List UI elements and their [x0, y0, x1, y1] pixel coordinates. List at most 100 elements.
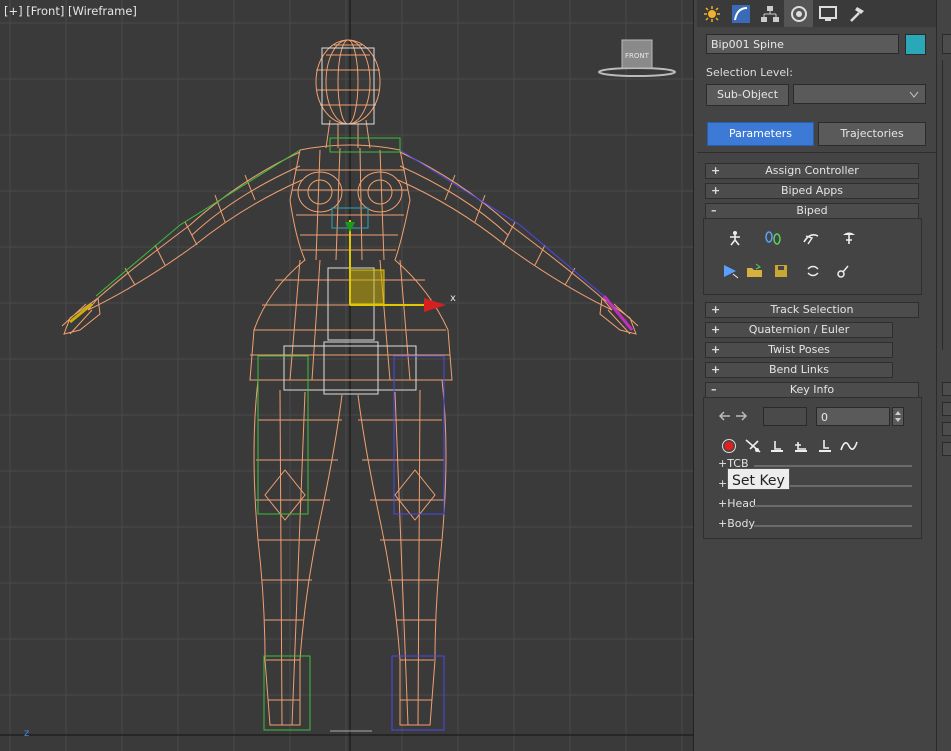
- set-planted-key-button[interactable]: [766, 436, 788, 456]
- arrow-right-icon: [736, 411, 748, 421]
- display-tab[interactable]: [813, 0, 842, 27]
- motion-icon: [790, 5, 807, 22]
- adjacent-panel-strip: [936, 0, 951, 751]
- modify-icon: [731, 4, 750, 23]
- rollout-twist-poses[interactable]: + Twist Poses: [705, 342, 893, 358]
- load-file-button[interactable]: [744, 261, 766, 281]
- free-key-icon: [819, 440, 831, 452]
- hierarchy-icon: [760, 5, 779, 22]
- motion-flow-mode-button[interactable]: [800, 228, 822, 248]
- object-color-swatch[interactable]: [905, 34, 926, 55]
- time-field[interactable]: 0: [816, 407, 890, 426]
- rollout-expand-icon: +: [711, 184, 721, 197]
- rollout-title: Key Info: [789, 383, 835, 396]
- delete-key-button[interactable]: [742, 436, 764, 456]
- delete-key-icon: [745, 439, 761, 453]
- viewport-label: [+] [Front] [Wireframe]: [4, 4, 137, 18]
- time-spinner[interactable]: [892, 407, 904, 426]
- rollout-title: Bend Links: [768, 363, 830, 376]
- rollout-key-info[interactable]: – Key Info: [705, 382, 919, 398]
- front-viewport[interactable]: x FRONT z [+] [Front] [Wireframe]: [0, 0, 694, 751]
- folder-open-icon: [747, 263, 762, 277]
- rollout-quaternion-euler[interactable]: + Quaternion / Euler: [705, 322, 893, 338]
- rollout-title: Biped Apps: [780, 184, 844, 197]
- rollout-expand-icon: +: [711, 343, 721, 356]
- save-file-button[interactable]: [770, 261, 792, 281]
- key-info-subrollout-head[interactable]: +Head: [718, 497, 912, 513]
- rollout-expand-icon: +: [711, 363, 721, 376]
- sub-object-button[interactable]: Sub-Object: [706, 84, 789, 106]
- rollout-bend-links[interactable]: + Bend Links: [705, 362, 893, 378]
- motion-flow-icon: [803, 234, 819, 245]
- command-panel-tabs: [697, 0, 936, 27]
- sub-object-dropdown[interactable]: [793, 84, 926, 104]
- create-tab[interactable]: [697, 0, 726, 27]
- playback-icon: [724, 265, 739, 279]
- figure-mode-icon: [730, 231, 740, 246]
- biped-rollout-body: [703, 218, 922, 295]
- subrollout-title: +Head: [718, 497, 756, 510]
- convert-button[interactable]: [802, 261, 824, 281]
- rollout-assign-controller[interactable]: + Assign Controller: [705, 163, 919, 179]
- viewport-canvas[interactable]: x FRONT z: [0, 0, 693, 751]
- utilities-icon: [849, 6, 864, 22]
- command-panel: Bip001 Spine Selection Level: Sub-Object…: [697, 0, 936, 751]
- create-icon: [703, 5, 720, 22]
- motion-tab[interactable]: [784, 0, 813, 27]
- viewport-grid: [0, 0, 693, 751]
- sliding-key-icon: [795, 442, 807, 452]
- set-key-icon: [722, 439, 736, 453]
- set-sliding-key-button[interactable]: [790, 436, 812, 456]
- viewport-shading-mode[interactable]: [Wireframe]: [68, 4, 137, 18]
- utilities-tab[interactable]: [842, 0, 871, 27]
- display-icon: [818, 5, 837, 21]
- playback-button[interactable]: [720, 261, 742, 281]
- set-key-button[interactable]: [718, 436, 740, 456]
- selection-level-label: Selection Level:: [706, 66, 793, 79]
- hierarchy-tab[interactable]: [755, 0, 784, 27]
- parameters-tab[interactable]: Parameters: [707, 122, 814, 146]
- rollout-expand-icon: +: [711, 164, 721, 177]
- footstep-icon: [765, 231, 781, 245]
- key-number-field[interactable]: [763, 407, 807, 426]
- move-all-mode-button[interactable]: [832, 261, 854, 281]
- curve-editor-button[interactable]: [838, 436, 860, 456]
- rollout-expand-icon: +: [711, 303, 721, 316]
- next-key-button[interactable]: [730, 406, 752, 426]
- rollout-expand-icon: +: [711, 323, 721, 336]
- move-all-icon: [837, 265, 849, 278]
- footstep-mode-button[interactable]: [762, 228, 784, 248]
- mixer-mode-button[interactable]: [838, 228, 860, 248]
- rollout-collapse-icon: –: [711, 204, 717, 217]
- rollout-track-selection[interactable]: + Track Selection: [705, 302, 919, 318]
- rollout-title: Assign Controller: [765, 164, 859, 177]
- rollout-title: Biped: [796, 204, 828, 217]
- key-info-subrollout-body[interactable]: +Body: [718, 517, 912, 533]
- set-key-tooltip: Set Key: [727, 468, 790, 490]
- modify-tab[interactable]: [726, 0, 755, 27]
- save-icon: [775, 265, 787, 277]
- viewcube[interactable]: FRONT: [598, 39, 676, 77]
- figure-mode-button[interactable]: [724, 228, 746, 248]
- convert-icon: [807, 265, 819, 277]
- set-free-key-button[interactable]: [814, 436, 836, 456]
- spinner-arrows-icon: [895, 411, 901, 422]
- rollout-title: Twist Poses: [768, 343, 830, 356]
- viewport-point-of-view[interactable]: [Front]: [26, 4, 64, 18]
- rollout-title: Quaternion / Euler: [748, 323, 850, 336]
- mixer-icon: [843, 232, 855, 244]
- rollout-collapse-icon: –: [711, 383, 717, 396]
- rollout-biped-apps[interactable]: + Biped Apps: [705, 183, 919, 199]
- corner-axis-label: z: [24, 728, 29, 739]
- chevron-down-icon: [909, 91, 919, 98]
- object-name-field[interactable]: Bip001 Spine: [706, 34, 899, 54]
- planted-key-icon: [771, 441, 783, 452]
- rollout-title: Track Selection: [770, 303, 854, 316]
- gizmo-axis-label: x: [450, 293, 456, 304]
- curve-icon: [840, 441, 858, 451]
- trajectories-tab[interactable]: Trajectories: [818, 122, 926, 146]
- rollout-biped[interactable]: – Biped: [705, 203, 919, 219]
- biped-skeleton: [69, 47, 634, 731]
- viewport-menu-plus[interactable]: [+]: [4, 4, 23, 18]
- viewcube-label: FRONT: [625, 52, 650, 60]
